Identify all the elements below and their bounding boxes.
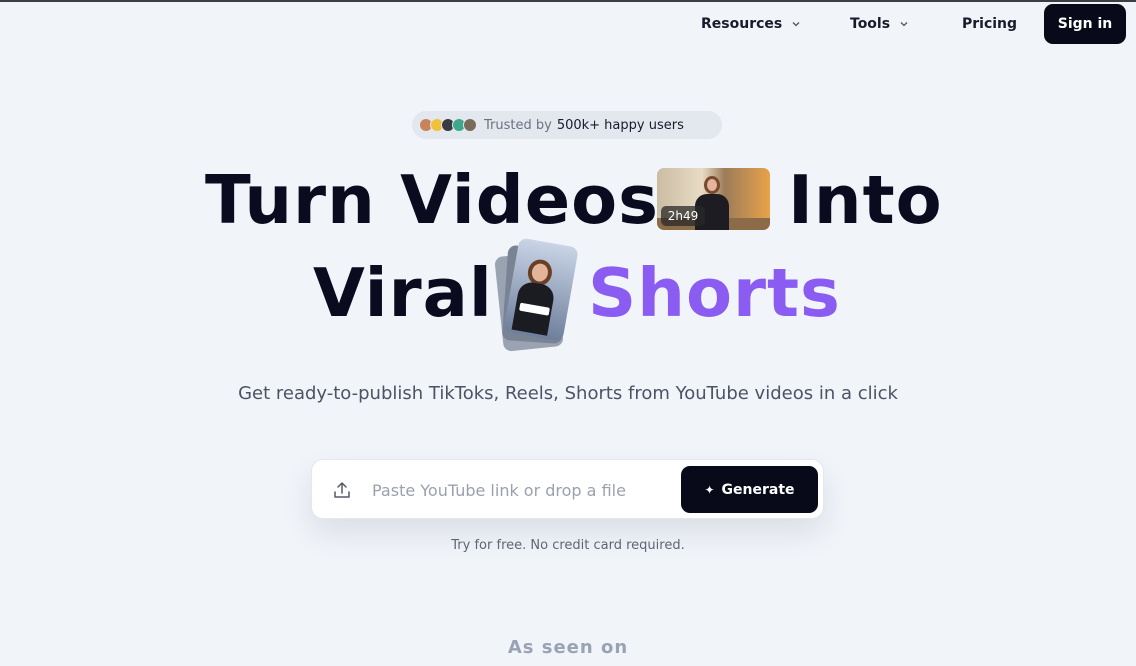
headline-shorts: Shorts bbox=[588, 254, 841, 332]
chevron-down-icon bbox=[792, 22, 800, 27]
nav-tools-label: Tools bbox=[850, 16, 891, 32]
nav-resources-label: Resources bbox=[701, 16, 783, 32]
sign-in-button[interactable]: Sign in bbox=[1044, 4, 1126, 44]
chevron-down-icon bbox=[900, 22, 908, 27]
top-border bbox=[0, 0, 1136, 2]
link-input-box: ✦ Generate bbox=[311, 459, 824, 519]
headline-viral: Viral bbox=[313, 254, 493, 332]
generate-button[interactable]: ✦ Generate bbox=[681, 466, 818, 513]
youtube-link-input[interactable] bbox=[372, 476, 672, 504]
upload-icon[interactable] bbox=[332, 480, 352, 500]
trusted-prefix: Trusted by bbox=[484, 117, 552, 133]
nav-resources[interactable]: Resources bbox=[701, 16, 801, 32]
trusted-highlight: 500k+ happy users bbox=[556, 117, 684, 133]
avatar-group bbox=[419, 118, 477, 132]
headline-turn-videos: Turn Videos bbox=[205, 161, 660, 239]
video-duration-badge: 2h49 bbox=[661, 206, 705, 226]
trusted-badge: Trusted by 500k+ happy users bbox=[412, 111, 722, 139]
generate-label: Generate bbox=[721, 481, 795, 498]
shorts-thumbnail-stack bbox=[494, 237, 579, 352]
nav-tools[interactable]: Tools bbox=[850, 16, 909, 32]
nav-pricing[interactable]: Pricing bbox=[962, 16, 1017, 32]
headline-line-1: Turn Videos Into bbox=[0, 160, 1136, 240]
thumbnail-head bbox=[704, 176, 720, 194]
hero-subtitle: Get ready-to-publish TikToks, Reels, Sho… bbox=[238, 383, 898, 404]
as-seen-on-heading: As seen on bbox=[507, 637, 629, 658]
free-trial-note: Try for free. No credit card required. bbox=[451, 538, 685, 553]
nav-pricing-label: Pricing bbox=[962, 16, 1018, 32]
headline-into: Into bbox=[788, 161, 943, 239]
sparkle-icon: ✦ bbox=[704, 482, 715, 497]
avatar bbox=[463, 118, 477, 132]
trusted-text: Trusted by 500k+ happy users bbox=[484, 118, 684, 133]
video-thumbnail: 2h49 bbox=[657, 168, 770, 230]
